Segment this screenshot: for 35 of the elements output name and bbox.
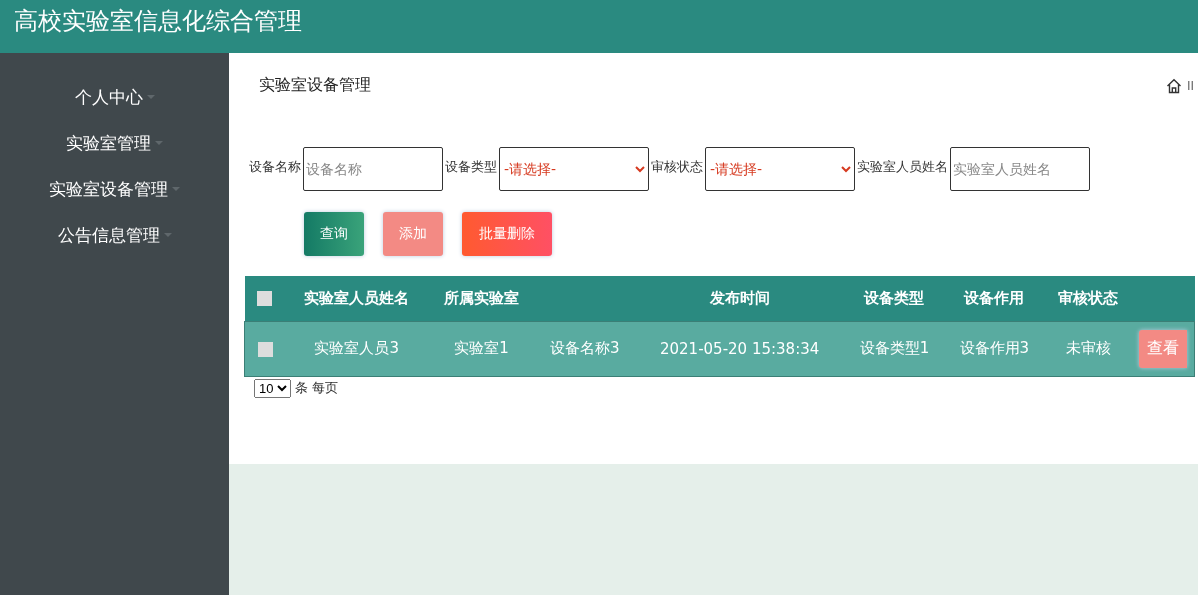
- sidebar-item[interactable]: 公告信息管理: [57, 223, 172, 247]
- field-label: 审核状态: [651, 158, 703, 176]
- table-cell: 设备名称3: [550, 339, 620, 357]
- checkbox[interactable]: [257, 341, 273, 357]
- app-title: 高校实验室信息化综合管理: [13, 6, 302, 37]
- search-button[interactable]: 查询: [304, 212, 364, 256]
- table-cell: 实验室1: [454, 339, 509, 357]
- field-label: 实验室人员姓名: [857, 158, 948, 176]
- page-size-label: 条 每页: [295, 379, 339, 397]
- column-header: 所属实验室: [444, 288, 520, 307]
- column-header: 设备作用: [964, 288, 1025, 307]
- home-icon[interactable]: [1165, 77, 1182, 94]
- table-cell: 设备类型1: [859, 339, 930, 357]
- table-cell: 未审核: [1065, 339, 1111, 357]
- field-label: 设备名称: [249, 158, 301, 176]
- column-header: 审核状态: [1058, 288, 1119, 307]
- sidebar-item[interactable]: 实验室管理: [66, 131, 163, 155]
- sidebar-item[interactable]: 个人中心: [74, 85, 155, 109]
- select-field[interactable]: -请选择-: [705, 147, 855, 191]
- field-label: 设备类型: [445, 158, 497, 176]
- page-title: 实验室设备管理: [259, 75, 371, 96]
- input-field[interactable]: 实验室人员姓名: [950, 147, 1090, 191]
- checkbox[interactable]: [257, 291, 273, 307]
- input-field[interactable]: 设备名称: [303, 147, 443, 191]
- column-header: 发布时间: [709, 288, 770, 307]
- breadcrumb-separator: II: [1186, 78, 1194, 93]
- select-field[interactable]: -请选择-: [499, 147, 649, 191]
- table-cell: 2021-05-20 15:38:34: [659, 339, 820, 358]
- page-size-select[interactable]: 10: [254, 378, 291, 398]
- table-cell: 实验室人员3: [314, 339, 399, 357]
- sidebar-item[interactable]: 实验室设备管理: [49, 177, 180, 201]
- table-cell: 设备作用3: [959, 339, 1030, 357]
- batch-delete-button[interactable]: 批量删除: [462, 212, 552, 256]
- column-header: 实验室人员姓名: [304, 288, 410, 307]
- column-header: 设备类型: [864, 288, 925, 307]
